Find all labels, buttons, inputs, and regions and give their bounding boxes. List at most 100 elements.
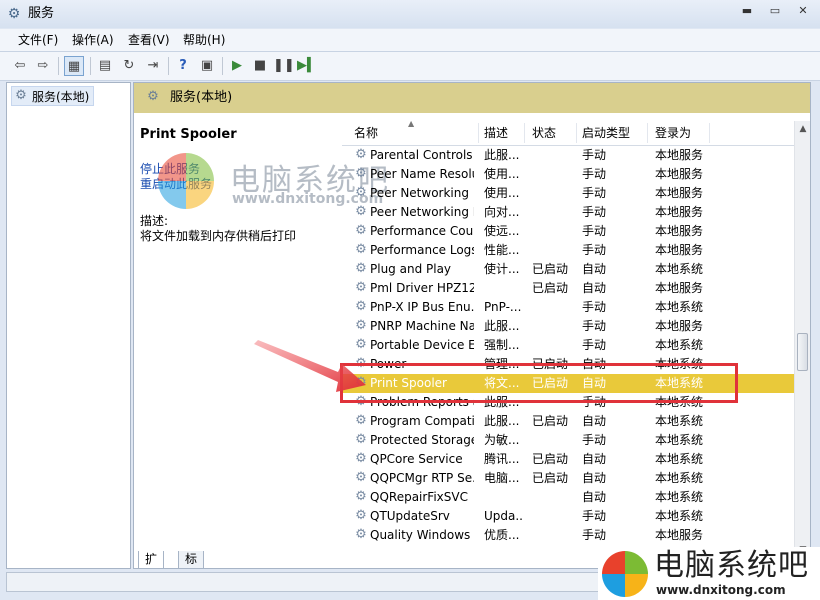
table-row[interactable]: ⚙Program Compati... 此服... 已启动自动 本地系统	[342, 412, 794, 431]
table-row[interactable]: ⚙ QTUpdateSrv Upda... 手动 本地系统	[342, 507, 794, 526]
forward-arrow-icon[interactable]: ⇨	[33, 56, 53, 76]
description-label: 描述:	[140, 214, 169, 228]
table-row[interactable]: ⚙Peer Name Resolu... 使用... 手动 本地服务	[342, 165, 794, 184]
service-startup-type-cell: 手动	[582, 319, 607, 333]
service-description-cell: 电脑...	[484, 471, 520, 485]
service-name-cell: Performance Cou...	[370, 224, 474, 238]
refresh-icon[interactable]: ↻	[119, 56, 139, 76]
toolbar-separator	[58, 57, 59, 75]
toolbar-separator	[168, 57, 169, 75]
service-name-cell: QQPCMgr RTP Se...	[370, 471, 474, 485]
stop-service-icon[interactable]: ■	[250, 56, 270, 76]
service-name-cell: Plug and Play	[370, 262, 452, 276]
service-startup-type-cell: 手动	[582, 433, 607, 447]
service-description-cell: 此服...	[484, 319, 520, 333]
column-divider[interactable]	[709, 123, 710, 143]
service-logon-cell: 本地系统	[655, 471, 704, 485]
maximize-button[interactable]: ▭	[762, 2, 788, 20]
column-divider[interactable]	[647, 123, 648, 143]
column-divider[interactable]	[576, 123, 577, 143]
service-gear-icon: ⚙	[355, 489, 367, 504]
back-arrow-icon[interactable]: ⇦	[10, 56, 30, 76]
action-pane-icon[interactable]: ▣	[197, 56, 217, 76]
service-name-cell: Performance Logs...	[370, 243, 474, 257]
column-header-status[interactable]: 状态	[532, 125, 556, 141]
vertical-scrollbar[interactable]: ▲ ▼	[794, 121, 810, 558]
table-row[interactable]: ⚙ Parental Controls 此服... 手动 本地服务	[342, 146, 794, 165]
properties-icon[interactable]: ▤	[95, 56, 115, 76]
service-logon-cell: 本地服务	[655, 243, 704, 257]
menu-file[interactable]: 文件(F)	[18, 32, 58, 48]
column-header-log-on-as[interactable]: 登录为	[655, 125, 691, 141]
service-startup-type-cell: 自动	[582, 490, 607, 504]
service-startup-type-cell: 手动	[582, 300, 607, 314]
service-description-cell: 腾讯...	[484, 452, 520, 466]
service-description-cell: 使远...	[484, 224, 520, 238]
minimize-button[interactable]: ▬	[734, 2, 760, 20]
service-status-cell: 已启动	[532, 262, 569, 276]
close-button[interactable]: ✕	[790, 2, 816, 20]
table-row[interactable]: ⚙ Protected Storage 为敏... 手动 本地系统	[342, 431, 794, 450]
restart-service-link[interactable]: 重启动此服务	[140, 177, 335, 192]
tab-extended[interactable]: 扩展	[138, 551, 165, 568]
tree-item-services-local[interactable]: ⚙ 服务(本地)	[11, 86, 95, 106]
service-description-cell: 使用...	[484, 167, 520, 181]
service-description-cell: 此服...	[484, 414, 520, 428]
service-description-cell: 使用...	[484, 186, 520, 200]
start-service-icon[interactable]: ▶	[227, 56, 247, 76]
table-row[interactable]: ⚙ QQPCMgr RTP Se... 电脑... 已启动 自动 本地系统	[342, 469, 794, 488]
table-row[interactable]: ⚙ PnP-X IP Bus Enu... PnP-... 手动 本地系统	[342, 298, 794, 317]
services-gear-icon: ⚙	[147, 89, 159, 104]
table-row[interactable]: ⚙Performance Logs... 性能... 手动 本地服务	[342, 241, 794, 260]
table-row[interactable]: ⚙ Pml Driver HPZ12 已启动 自动 本地服务	[342, 279, 794, 298]
column-divider[interactable]	[524, 123, 525, 143]
table-row[interactable]: ⚙Peer Networking I... 向对... 手动 本地服务	[342, 203, 794, 222]
service-gear-icon: ⚙	[355, 508, 367, 523]
column-header-name[interactable]: 名称	[354, 125, 378, 141]
stop-service-link[interactable]: 停止此服务	[140, 162, 335, 177]
service-name-cell: QQRepairFixSVC	[370, 490, 468, 504]
toolbar: ⇦ ⇨ ▦ ▤ ↻ ⇥ ? ▣ ▶ ■ ❚❚ ▶▍	[0, 52, 820, 81]
service-name-cell: QTUpdateSrv	[370, 509, 450, 523]
service-name-cell: Quality Windows ...	[370, 528, 474, 542]
scroll-up-icon[interactable]: ▲	[795, 121, 810, 137]
menu-view[interactable]: 查看(V)	[128, 32, 170, 48]
table-row[interactable]: ⚙ Peer Networking ... 使用... 手动 本地服务	[342, 184, 794, 203]
table-row[interactable]: ⚙ Quality Windows ... 优质... 手动 本地服务	[342, 526, 794, 545]
tab-standard[interactable]: 标准	[178, 551, 205, 568]
table-row[interactable]: ⚙ Performance Cou... 使远... 手动 本地服务	[342, 222, 794, 241]
service-gear-icon: ⚙	[355, 223, 367, 238]
service-startup-type-cell: 手动	[582, 509, 607, 523]
restart-service-icon[interactable]: ▶▍	[297, 56, 317, 76]
table-row[interactable]: ⚙ Plug and Play 使计... 已启动 自动 本地系统	[342, 260, 794, 279]
table-row[interactable]: ⚙ QQRepairFixSVC 自动 本地系统	[342, 488, 794, 507]
service-detail-title: Print Spooler	[140, 127, 237, 142]
service-gear-icon: ⚙	[355, 166, 367, 181]
service-gear-icon: ⚙	[355, 204, 367, 219]
table-row[interactable]: ⚙ QPCore Service 腾讯... 已启动 自动 本地系统	[342, 450, 794, 469]
service-name-cell: PnP-X IP Bus Enu...	[370, 300, 474, 314]
service-name-cell: Protected Storage	[370, 433, 474, 447]
service-gear-icon: ⚙	[355, 470, 367, 485]
pause-service-icon[interactable]: ❚❚	[273, 56, 295, 76]
service-startup-type-cell: 自动	[582, 414, 607, 428]
menu-action[interactable]: 操作(A)	[72, 32, 114, 48]
service-gear-icon: ⚙	[355, 280, 367, 295]
export-list-icon[interactable]: ⇥	[143, 56, 163, 76]
service-gear-icon: ⚙	[355, 147, 367, 162]
table-row[interactable]: ⚙Portable Device E... 强制... 手动 本地系统	[342, 336, 794, 355]
menu-help[interactable]: 帮助(H)	[183, 32, 225, 48]
scrollbar-thumb[interactable]	[797, 333, 808, 371]
services-pane: ⚙ 服务(本地) Print Spooler 停止此服务 重启动此服务 描述: …	[133, 82, 811, 569]
column-divider[interactable]	[478, 123, 479, 143]
service-logon-cell: 本地服务	[655, 224, 704, 238]
help-icon[interactable]: ?	[173, 56, 193, 76]
column-header-startup-type[interactable]: 启动类型	[582, 125, 630, 141]
services-gear-icon: ⚙	[7, 6, 21, 22]
service-name-cell: PNRP Machine Na...	[370, 319, 474, 333]
show-hide-console-tree-icon[interactable]: ▦	[64, 56, 84, 76]
table-row[interactable]: ⚙PNRP Machine Na... 此服... 手动 本地服务	[342, 317, 794, 336]
column-header-description[interactable]: 描述	[484, 125, 508, 141]
service-name-cell: Pml Driver HPZ12	[370, 281, 474, 295]
service-name-cell: Peer Networking ...	[370, 186, 474, 200]
